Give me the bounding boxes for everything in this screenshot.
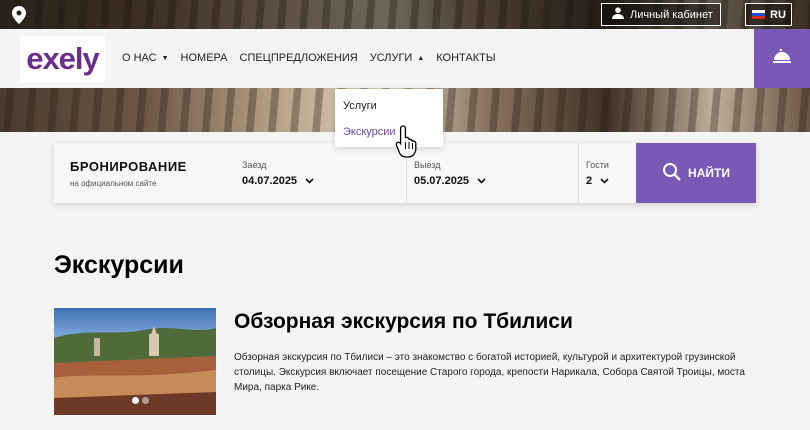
search-icon — [662, 162, 682, 185]
carousel-dot-active[interactable] — [132, 397, 139, 404]
carousel-dot[interactable] — [142, 397, 149, 404]
checkin-label: Заезд — [242, 160, 267, 170]
dropdown-item-services[interactable]: Услуги — [343, 100, 377, 112]
divider — [578, 143, 579, 203]
booking-title: БРОНИРОВАНИЕ — [70, 159, 187, 174]
language-selector[interactable]: RU — [745, 3, 792, 26]
nav-item-about[interactable]: О НАС ▼ — [122, 52, 169, 64]
excursion-title[interactable]: Обзорная экскурсия по Тбилиси — [234, 310, 573, 334]
chevron-down-icon — [600, 175, 609, 187]
search-label: НАЙТИ — [688, 166, 730, 180]
russia-flag-icon — [752, 9, 765, 20]
user-icon — [612, 7, 624, 22]
chevron-down-icon — [305, 175, 314, 187]
nav-item-offers[interactable]: СПЕЦПРЕДЛОЖЕНИЯ — [240, 52, 358, 64]
excursion-description: Обзорная экскурсия по Тбилиси – это знак… — [234, 352, 745, 393]
guests-value[interactable]: 2 — [586, 175, 609, 187]
personal-account-label: Личный кабинет — [630, 8, 713, 21]
guests-label: Гости — [586, 160, 609, 170]
logo[interactable]: exely — [20, 36, 105, 82]
personal-account-button[interactable]: Личный кабинет — [601, 3, 721, 26]
caret-down-icon: ▼ — [161, 54, 169, 62]
dropdown-item-excursions[interactable]: Экскурсии — [343, 126, 396, 138]
chevron-down-icon — [477, 175, 486, 187]
booking-subtitle: на официальном сайте — [70, 179, 157, 188]
nav-item-rooms[interactable]: НОМЕРА — [181, 52, 228, 64]
bell-icon — [772, 48, 792, 69]
page-title: Экскурсии — [54, 251, 184, 279]
nav-item-services[interactable]: УСЛУГИ ▲ — [370, 52, 425, 64]
caret-up-icon: ▲ — [417, 54, 425, 62]
reception-bell-button[interactable] — [754, 29, 810, 88]
checkout-value[interactable]: 05.07.2025 — [414, 175, 486, 187]
checkin-value[interactable]: 04.07.2025 — [242, 175, 314, 187]
services-dropdown: Услуги Экскурсии — [335, 89, 443, 147]
language-label: RU — [770, 8, 786, 21]
nav-item-contacts[interactable]: КОНТАКТЫ — [436, 52, 495, 64]
search-button[interactable]: НАЙТИ — [636, 143, 756, 203]
main-nav: О НАС ▼ НОМЕРА СПЕЦПРЕДЛОЖЕНИЯ УСЛУГИ ▲ КО… — [122, 52, 508, 64]
map-pin-icon[interactable] — [12, 6, 28, 24]
hand-cursor-icon — [395, 124, 421, 163]
